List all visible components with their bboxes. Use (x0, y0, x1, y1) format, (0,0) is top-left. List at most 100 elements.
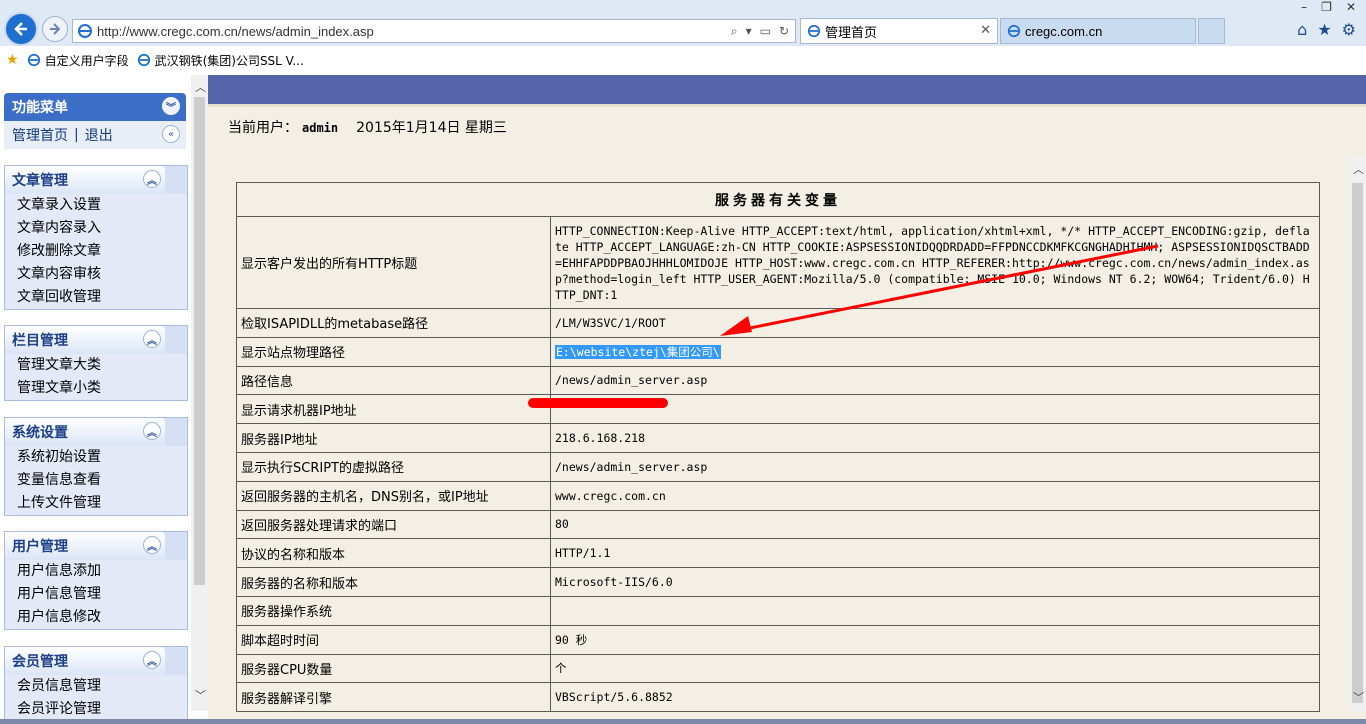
group-header[interactable]: 会员管理 ︽ (5, 647, 165, 675)
collapse-icon[interactable]: ︽ (143, 330, 161, 348)
row-key: 返回服务器的主机名，DNS别名，或IP地址 (236, 480, 551, 511)
sidebar-item-user-manage[interactable]: 用户信息管理 (5, 583, 187, 606)
table-row: 路径信息 /news/admin_server.asp (236, 365, 1320, 396)
sidebar-item-article-recycle[interactable]: 文章回收管理 (5, 286, 187, 309)
group-user-management: 用户管理 ︽ 用户信息添加 用户信息管理 用户信息修改 (4, 531, 188, 630)
home-row: 管理首页 | 退出 « (4, 121, 186, 149)
refresh-icon[interactable]: ↻ (779, 24, 789, 39)
current-date: 2015年1月14日 星期三 (356, 120, 507, 136)
row-value: /news/admin_server.asp (550, 365, 1320, 396)
sidebar-item-minor-category[interactable]: 管理文章小类 (5, 377, 187, 400)
home-link[interactable]: 管理首页 (12, 125, 68, 145)
address-bar[interactable]: http://www.cregc.com.cn/news/admin_index… (72, 19, 796, 43)
logout-link[interactable]: 退出 (85, 125, 113, 145)
window-controls: – ❐ ✕ (1301, 0, 1356, 14)
main-content: 当前用户： admin 2015年1月14日 星期三 服务器有关变量 显示客户发出的… (208, 75, 1366, 724)
favorites-star-icon[interactable]: ★ (1317, 20, 1331, 39)
scroll-up-icon[interactable]: ︿ (195, 79, 206, 95)
sidebar-item-article-review[interactable]: 文章内容审核 (5, 263, 187, 286)
new-tab-button[interactable] (1198, 18, 1225, 44)
tab-label: cregc.com.cn (1025, 23, 1103, 39)
group-header[interactable]: 用户管理 ︽ (5, 532, 165, 560)
collapse-icon[interactable]: ︽ (143, 422, 161, 440)
arrow-right-icon (50, 23, 61, 35)
table-row: 服务器的名称和版本 Microsoft-IIS/6.0 (236, 567, 1320, 597)
maximize-icon[interactable]: ❐ (1321, 0, 1332, 14)
minimize-icon[interactable]: – (1301, 0, 1307, 14)
sidebar-item-article-settings[interactable]: 文章录入设置 (5, 194, 187, 217)
current-user-name: admin (302, 121, 339, 135)
collapse-icon[interactable]: ︽ (143, 536, 161, 554)
sidebar-item-user-add[interactable]: 用户信息添加 (5, 560, 187, 583)
collapse-icon[interactable]: ︽ (143, 651, 161, 669)
sidebar-item-system-init[interactable]: 系统初始设置 (5, 446, 187, 469)
table-row: 返回服务器处理请求的端口 80 (236, 509, 1320, 540)
row-key: 服务器的名称和版本 (236, 567, 551, 597)
main-scrollbar[interactable]: ︿ ﹀ (1349, 157, 1366, 711)
sidebar: 功能菜单 ︾ 管理首页 | 退出 « 文章管理 ︽ 文章录入设置 文章内容录入 … (0, 75, 208, 724)
scroll-down-icon[interactable]: ﹀ (1353, 689, 1364, 705)
scroll-up-icon[interactable]: ︿ (1353, 161, 1364, 177)
table-row: 返回服务器的主机名，DNS别名，或IP地址 www.cregc.com.cn (236, 480, 1320, 511)
dropdown-icon[interactable]: ▾ (746, 24, 752, 39)
group-title: 栏目管理 (12, 333, 68, 349)
sidebar-item-article-input[interactable]: 文章内容录入 (5, 217, 187, 240)
row-key: 服务器IP地址 (236, 423, 551, 453)
favorite-item[interactable]: 武汉钢铁(集团)公司SSL V... (137, 52, 304, 69)
compat-view-icon[interactable]: ▭ (760, 24, 771, 39)
row-key: 检取ISAPIDLL的metabase路径 (236, 308, 551, 338)
table-row: 显示执行SCRIPT的虚拟路径 /news/admin_server.asp (236, 451, 1320, 482)
url-text[interactable]: http://www.cregc.com.cn/news/admin_index… (97, 24, 731, 39)
redaction-mark (528, 398, 668, 408)
favorite-label: 武汉钢铁(集团)公司SSL V... (154, 53, 304, 68)
group-header[interactable]: 系统设置 ︽ (5, 418, 165, 446)
forward-button[interactable] (42, 16, 68, 42)
tab-cregc[interactable]: cregc.com.cn (1000, 18, 1196, 44)
sidebar-item-variable-info[interactable]: 变量信息查看 (5, 469, 187, 492)
taskbar-strip (0, 719, 1366, 724)
group-header[interactable]: 文章管理 ︽ (5, 166, 165, 194)
row-key: 协议的名称和版本 (236, 538, 551, 569)
gear-icon[interactable]: ⚙ (1342, 20, 1356, 39)
row-value: HTTP/1.1 (550, 538, 1320, 569)
tab-admin-home[interactable]: 管理首页 ✕ (800, 18, 998, 44)
search-icon[interactable]: ⌕ (731, 24, 738, 39)
collapse-icon[interactable]: ︾ (162, 97, 180, 115)
sidebar-item-user-edit[interactable]: 用户信息修改 (5, 606, 187, 629)
divider (208, 104, 1366, 107)
collapse-icon[interactable]: ︽ (143, 170, 161, 188)
group-article-management: 文章管理 ︽ 文章录入设置 文章内容录入 修改删除文章 文章内容审核 文章回收管… (4, 165, 188, 310)
selected-physical-path[interactable]: E:\website\ztej\集团公司\ (555, 344, 721, 359)
sidebar-scrollbar[interactable]: ︿ ﹀ (191, 75, 208, 711)
home-icon[interactable]: ⌂ (1297, 20, 1307, 39)
scroll-down-icon[interactable]: ﹀ (195, 687, 206, 703)
table-row: 服务器解译引擎 VBScript/5.6.8852 (236, 682, 1320, 713)
row-key: 显示请求机器IP地址 (236, 394, 551, 425)
row-value-cell: E:\website\ztej\集团公司\ (550, 336, 1320, 367)
group-header[interactable]: 栏目管理 ︽ (5, 326, 165, 354)
group-title: 文章管理 (12, 173, 68, 189)
sidebar-item-member-info[interactable]: 会员信息管理 (5, 675, 187, 698)
favorite-item[interactable]: 自定义用户字段 (27, 52, 129, 69)
current-user-line: 当前用户： admin 2015年1月14日 星期三 (228, 117, 507, 137)
current-user-label: 当前用户： (228, 119, 298, 135)
back-button[interactable] (4, 12, 38, 46)
close-window-icon[interactable]: ✕ (1346, 0, 1356, 14)
scrollbar-thumb[interactable] (1352, 183, 1363, 703)
sidebar-item-major-category[interactable]: 管理文章大类 (5, 354, 187, 377)
sidebar-item-upload-files[interactable]: 上传文件管理 (5, 492, 187, 515)
row-value: /news/admin_server.asp (550, 451, 1320, 482)
row-value: 218.6.168.218 (550, 423, 1320, 453)
table-row: 服务器IP地址 218.6.168.218 (236, 423, 1320, 453)
sidebar-item-member-comments[interactable]: 会员评论管理 (5, 698, 187, 721)
table-row: 脚本超时时间 90 秒 (236, 624, 1320, 655)
favorites-add-icon[interactable]: ★ (6, 52, 19, 68)
row-value: 80 (550, 509, 1320, 540)
scrollbar-thumb[interactable] (194, 97, 205, 585)
sidebar-item-article-edit[interactable]: 修改删除文章 (5, 240, 187, 263)
separator: | (74, 127, 79, 143)
hide-sidebar-icon[interactable]: « (162, 125, 180, 143)
annotation-arrow-icon (720, 244, 1159, 336)
row-value: 个 (550, 653, 1320, 684)
close-icon[interactable]: ✕ (980, 23, 991, 38)
